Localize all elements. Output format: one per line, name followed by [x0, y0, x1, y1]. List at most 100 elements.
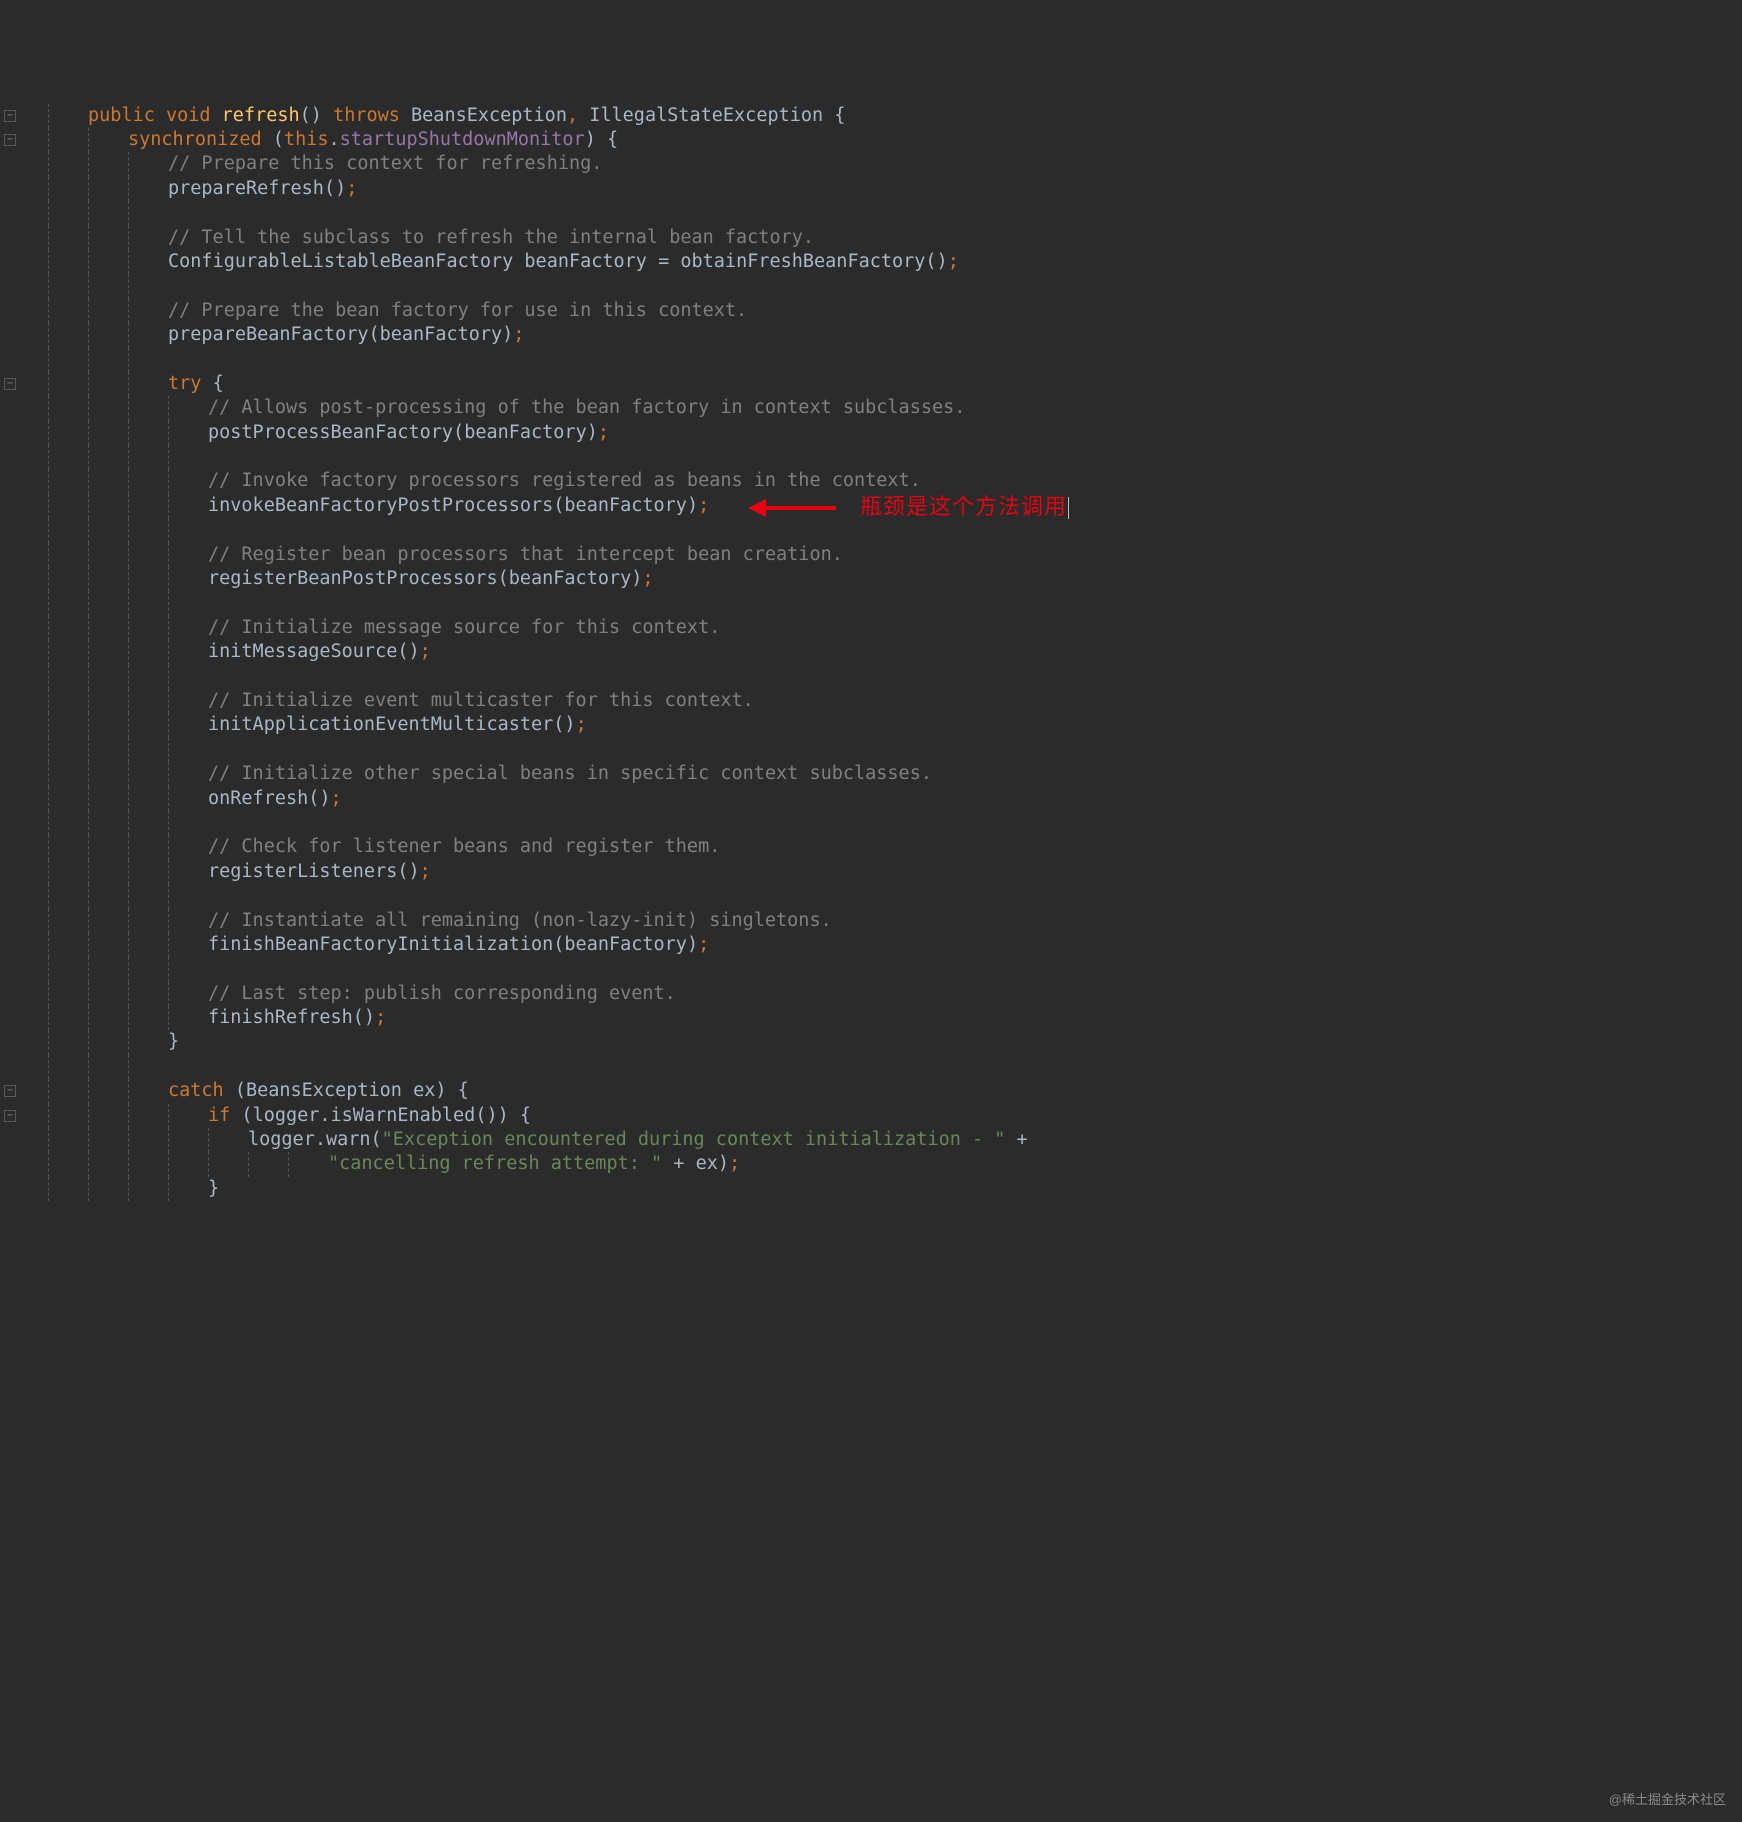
gutter[interactable]: [0, 860, 48, 884]
gutter[interactable]: [0, 835, 48, 859]
code-line[interactable]: finishRefresh();: [0, 1006, 1742, 1030]
code-line[interactable]: // Initialize message source for this co…: [0, 616, 1742, 640]
code-line[interactable]: // Initialize event multicaster for this…: [0, 689, 1742, 713]
fold-toggle-icon[interactable]: −: [4, 1085, 16, 1097]
line-content[interactable]: if (logger.isWarnEnabled()) {: [48, 1104, 1742, 1128]
line-content[interactable]: }: [48, 1030, 1742, 1054]
line-content[interactable]: catch (BeansException ex) {: [48, 1079, 1742, 1103]
code-line[interactable]: }: [0, 1030, 1742, 1054]
gutter[interactable]: [0, 591, 48, 615]
line-content[interactable]: [48, 348, 1742, 372]
gutter[interactable]: −: [0, 1104, 48, 1128]
gutter[interactable]: [0, 226, 48, 250]
gutter[interactable]: [0, 396, 48, 420]
code-line[interactable]: registerBeanPostProcessors(beanFactory);: [0, 567, 1742, 591]
line-content[interactable]: initApplicationEventMulticaster();: [48, 713, 1742, 737]
code-line[interactable]: − synchronized (this.startupShutdownMonit…: [0, 128, 1742, 152]
code-line[interactable]: // Prepare the bean factory for use in t…: [0, 299, 1742, 323]
code-line[interactable]: invokeBeanFactoryPostProcessors(beanFact…: [0, 494, 1742, 518]
line-content[interactable]: [48, 811, 1742, 835]
gutter[interactable]: [0, 640, 48, 664]
line-content[interactable]: [48, 591, 1742, 615]
gutter[interactable]: [0, 787, 48, 811]
gutter[interactable]: −: [0, 104, 48, 128]
line-content[interactable]: [48, 1055, 1742, 1079]
code-line[interactable]: −try {: [0, 372, 1742, 396]
gutter[interactable]: −: [0, 372, 48, 396]
line-content[interactable]: [48, 201, 1742, 225]
code-line[interactable]: [0, 665, 1742, 689]
gutter[interactable]: [0, 1055, 48, 1079]
code-line[interactable]: [0, 1055, 1742, 1079]
code-line[interactable]: // Instantiate all remaining (non-lazy-i…: [0, 909, 1742, 933]
line-content[interactable]: // Check for listener beans and register…: [48, 835, 1742, 859]
gutter[interactable]: −: [0, 128, 48, 152]
gutter[interactable]: [0, 543, 48, 567]
line-content[interactable]: onRefresh();: [48, 787, 1742, 811]
line-content[interactable]: "cancelling refresh attempt: " + ex);: [48, 1152, 1742, 1176]
gutter[interactable]: [0, 201, 48, 225]
code-line[interactable]: }: [0, 1177, 1742, 1201]
code-line[interactable]: ConfigurableListableBeanFactory beanFact…: [0, 250, 1742, 274]
gutter[interactable]: [0, 616, 48, 640]
code-line[interactable]: [0, 738, 1742, 762]
gutter[interactable]: [0, 762, 48, 786]
code-editor[interactable]: −public void refresh() throws BeansExcep…: [0, 98, 1742, 1202]
code-line[interactable]: postProcessBeanFactory(beanFactory);: [0, 421, 1742, 445]
fold-toggle-icon[interactable]: −: [4, 1110, 16, 1122]
gutter[interactable]: [0, 713, 48, 737]
gutter[interactable]: [0, 299, 48, 323]
code-line[interactable]: [0, 591, 1742, 615]
code-line[interactable]: [0, 811, 1742, 835]
code-line[interactable]: initApplicationEventMulticaster();: [0, 713, 1742, 737]
gutter[interactable]: [0, 665, 48, 689]
gutter[interactable]: [0, 957, 48, 981]
line-content[interactable]: // Prepare the bean factory for use in t…: [48, 299, 1742, 323]
gutter[interactable]: [0, 518, 48, 542]
gutter[interactable]: −: [0, 1079, 48, 1103]
line-content[interactable]: initMessageSource();: [48, 640, 1742, 664]
line-content[interactable]: }: [48, 1177, 1742, 1201]
line-content[interactable]: [48, 518, 1742, 542]
gutter[interactable]: [0, 1177, 48, 1201]
gutter[interactable]: [0, 1152, 48, 1176]
line-content[interactable]: [48, 884, 1742, 908]
line-content[interactable]: prepareRefresh();: [48, 177, 1742, 201]
line-content[interactable]: logger.warn("Exception encountered durin…: [48, 1128, 1742, 1152]
gutter[interactable]: [0, 274, 48, 298]
line-content[interactable]: registerListeners();: [48, 860, 1742, 884]
code-line[interactable]: [0, 445, 1742, 469]
gutter[interactable]: [0, 982, 48, 1006]
line-content[interactable]: // Initialize other special beans in spe…: [48, 762, 1742, 786]
line-content[interactable]: postProcessBeanFactory(beanFactory);: [48, 421, 1742, 445]
line-content[interactable]: public void refresh() throws BeansExcept…: [48, 104, 1742, 128]
gutter[interactable]: [0, 494, 48, 518]
gutter[interactable]: [0, 884, 48, 908]
line-content[interactable]: [48, 957, 1742, 981]
line-content[interactable]: // Initialize event multicaster for this…: [48, 689, 1742, 713]
code-line[interactable]: onRefresh();: [0, 787, 1742, 811]
code-line[interactable]: // Check for listener beans and register…: [0, 835, 1742, 859]
line-content[interactable]: // Tell the subclass to refresh the inte…: [48, 226, 1742, 250]
line-content[interactable]: registerBeanPostProcessors(beanFactory);: [48, 567, 1742, 591]
code-line[interactable]: prepareBeanFactory(beanFactory);: [0, 323, 1742, 347]
gutter[interactable]: [0, 567, 48, 591]
line-content[interactable]: ConfigurableListableBeanFactory beanFact…: [48, 250, 1742, 274]
line-content[interactable]: [48, 665, 1742, 689]
code-line[interactable]: finishBeanFactoryInitialization(beanFact…: [0, 933, 1742, 957]
line-content[interactable]: // Allows post-processing of the bean fa…: [48, 396, 1742, 420]
line-content[interactable]: [48, 274, 1742, 298]
gutter[interactable]: [0, 1030, 48, 1054]
line-content[interactable]: prepareBeanFactory(beanFactory);: [48, 323, 1742, 347]
code-line[interactable]: initMessageSource();: [0, 640, 1742, 664]
code-line[interactable]: // Invoke factory processors registered …: [0, 469, 1742, 493]
code-line[interactable]: −public void refresh() throws BeansExcep…: [0, 104, 1742, 128]
gutter[interactable]: [0, 250, 48, 274]
line-content[interactable]: finishBeanFactoryInitialization(beanFact…: [48, 933, 1742, 957]
fold-toggle-icon[interactable]: −: [4, 134, 16, 146]
line-content[interactable]: finishRefresh();: [48, 1006, 1742, 1030]
line-content[interactable]: // Prepare this context for refreshing.: [48, 152, 1742, 176]
line-content[interactable]: synchronized (this.startupShutdownMonito…: [48, 128, 1742, 152]
code-line[interactable]: [0, 957, 1742, 981]
code-line[interactable]: [0, 274, 1742, 298]
